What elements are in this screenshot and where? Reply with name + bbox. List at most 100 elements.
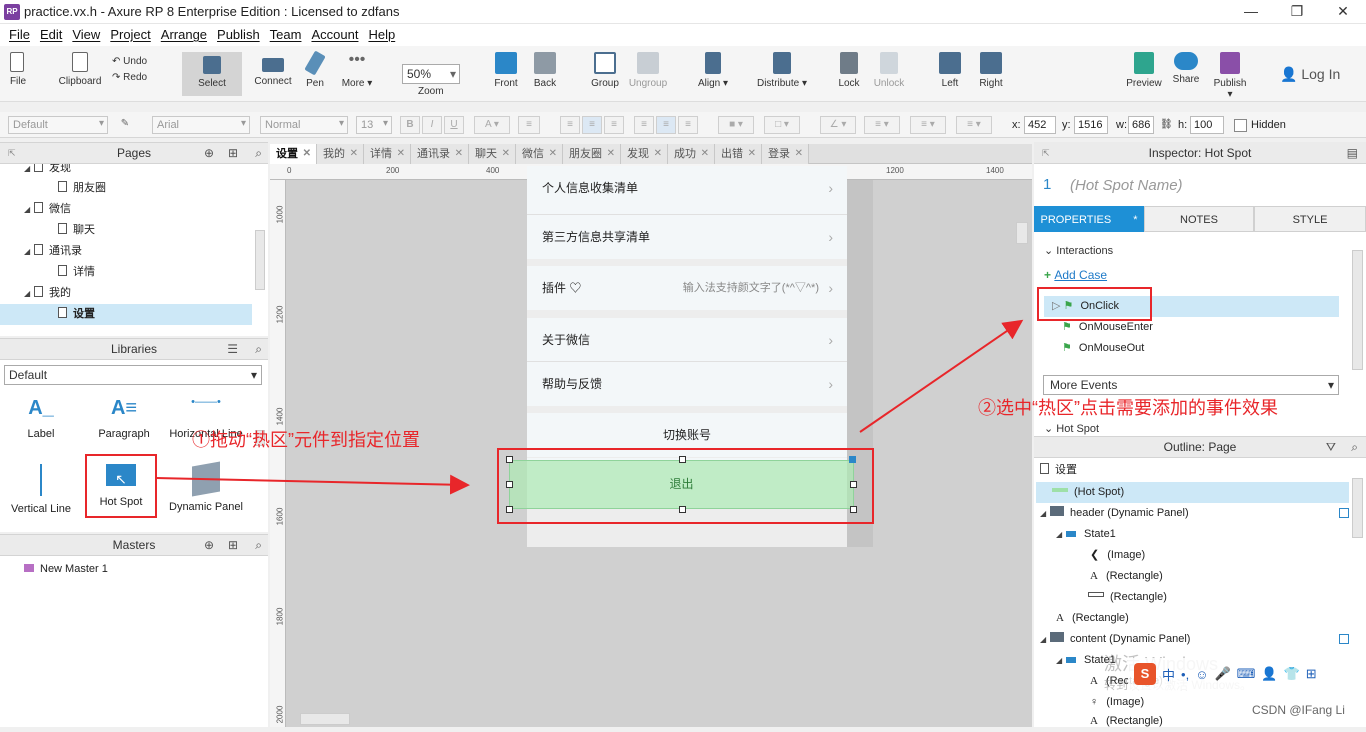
expand-icon[interactable]: ◢ [1040,629,1050,650]
align-left-button[interactable]: ≡ [560,116,580,134]
share-button[interactable]: Share [1172,52,1200,85]
expand-icon[interactable]: ◢ [1056,650,1066,671]
expand-icon[interactable]: ◢ [24,164,34,179]
page-item-xiangqing[interactable]: 详情 [58,262,95,282]
close-icon[interactable]: ✕ [748,144,756,164]
master-item[interactable]: New Master 1 [24,559,108,579]
list-item-help[interactable]: 帮助与反馈 › [527,362,847,406]
close-icon[interactable]: ✕ [795,144,803,164]
skin-icon[interactable]: 👕 [1284,666,1300,682]
search-icon[interactable]: ⌕ [255,143,262,163]
outline-page[interactable]: 设置 [1040,460,1077,481]
tab-weixin[interactable]: 微信 ✕ [516,144,563,164]
more-button[interactable]: ••• More ▾ [340,52,374,90]
canvas-vertical-scrollbar[interactable] [1016,222,1028,244]
close-icon[interactable]: ✕ [654,144,662,164]
back-button[interactable]: Back [531,52,559,89]
font-select[interactable]: Arial [152,116,250,134]
emoji-icon[interactable]: ☺ [1195,667,1208,682]
add-folder-icon[interactable]: ⊞ [228,143,238,163]
list-item-about[interactable]: 关于微信 › [527,318,847,362]
line-style-button[interactable]: ≡ ▾ [910,116,946,134]
outline-header-panel[interactable]: ◢ header (Dynamic Panel) [1040,503,1355,524]
menu-edit[interactable]: Edit [35,24,67,45]
tab-liaotian[interactable]: 聊天 ✕ [469,144,516,164]
search-icon[interactable]: ⌕ [255,535,262,555]
add-case-link[interactable]: + Add Case [1044,268,1107,282]
zoom-select[interactable]: 50% ▾ [402,64,460,84]
outline-rectangle[interactable]: A(Rectangle) [1056,608,1129,629]
visibility-icon[interactable] [1339,508,1349,518]
close-button[interactable]: ✕ [1320,0,1366,24]
library-item-vertical-line[interactable]: Vertical Line [1,464,81,515]
toolbox-icon[interactable]: ⊞ [1306,666,1317,682]
front-button[interactable]: Front [492,52,520,89]
valign-middle-button[interactable]: ≡ [656,116,676,134]
close-icon[interactable]: ✕ [607,144,615,164]
list-item-third-party[interactable]: 第三方信息共享清单 › [527,215,847,259]
chinese-mode-icon[interactable]: 中 [1162,665,1175,684]
tab-chucuo[interactable]: 出错 ✕ [715,144,762,164]
outline-image[interactable]: ❮ (Image) [1090,545,1145,566]
menu-project[interactable]: Project [105,24,155,45]
page-item-tongxunlu[interactable]: ◢ 通讯录 [24,241,82,261]
valign-bottom-button[interactable]: ≡ [678,116,698,134]
minimize-button[interactable]: — [1228,0,1274,24]
outline-hot-spot[interactable]: (Hot Spot) [1052,482,1124,503]
left-button[interactable]: Left [938,52,962,89]
underline-button[interactable]: U [444,116,464,134]
valign-top-button[interactable]: ≡ [634,116,654,134]
menu-publish[interactable]: Publish [212,24,265,45]
right-button[interactable]: Right [978,52,1004,89]
weight-select[interactable]: Normal [260,116,348,134]
expand-icon[interactable]: ◢ [1040,503,1050,524]
menu-view[interactable]: View [67,24,105,45]
hidden-checkbox[interactable] [1234,119,1247,132]
filter-icon[interactable]: ⛛ [1326,437,1336,457]
collapse-icon[interactable]: ⇱ [1042,142,1050,164]
redo-button[interactable]: ↷ Redo [112,72,147,83]
restore-button[interactable]: ❐ [1274,0,1320,24]
visibility-icon[interactable] [1339,634,1349,644]
pages-scrollbar[interactable] [255,230,265,290]
fill-color-button[interactable]: ■ ▾ [718,116,754,134]
expand-icon[interactable]: ◢ [24,242,34,262]
outline-image[interactable]: ♀ (Image) [1090,692,1144,713]
tab-tongxunlu[interactable]: 通讯录 ✕ [411,144,469,164]
add-page-icon[interactable]: ⊕ [204,143,214,163]
align-center-button[interactable]: ≡ [582,116,602,134]
tab-notes[interactable]: NOTES [1144,206,1254,232]
menu-icon[interactable]: ☰ [227,339,238,359]
connect-button[interactable]: Connect [254,52,292,87]
style-select[interactable]: Default [8,116,108,134]
align-right-button[interactable]: ≡ [604,116,624,134]
collapse-icon[interactable]: ⇱ [8,143,16,163]
notes-icon[interactable]: ▤ [1347,142,1358,164]
hot-spot-name-field[interactable]: (Hot Spot Name) [1070,177,1183,194]
group-button[interactable]: Group [590,52,620,89]
menu-team[interactable]: Team [265,24,307,45]
h-field[interactable]: 100 [1190,116,1224,134]
outline-state[interactable]: ◢ State1 [1056,524,1116,545]
search-icon[interactable]: ⌕ [255,339,262,359]
file-button[interactable]: File [6,52,30,87]
undo-button[interactable]: ↶ Undo [112,56,147,67]
font-color-button[interactable]: A ▾ [474,116,510,134]
login-button[interactable]: 👤 Log In [1280,66,1340,83]
library-item-dynamic-panel[interactable]: Dynamic Panel [166,461,246,513]
tab-properties[interactable]: PROPERTIES * [1034,206,1144,232]
menu-account[interactable]: Account [306,24,363,45]
unlock-button[interactable]: Unlock [872,52,906,89]
close-icon[interactable]: ✕ [397,144,405,164]
menu-arrange[interactable]: Arrange [156,24,212,45]
tab-shezhi[interactable]: 设置 ✕ [270,144,317,164]
clipboard-button[interactable]: Clipboard [58,52,102,87]
shadow-button[interactable]: □ ▾ [764,116,800,134]
bullet-button[interactable]: ≡ [518,116,540,134]
sogou-icon[interactable]: S [1134,663,1156,685]
ungroup-button[interactable]: Ungroup [628,52,668,89]
tab-denglu[interactable]: 登录 ✕ [762,144,809,164]
page-item-faxian[interactable]: ◢ 发现 [24,164,71,178]
close-icon[interactable]: ✕ [701,144,709,164]
tab-pengyouquan[interactable]: 朋友圈 ✕ [563,144,621,164]
